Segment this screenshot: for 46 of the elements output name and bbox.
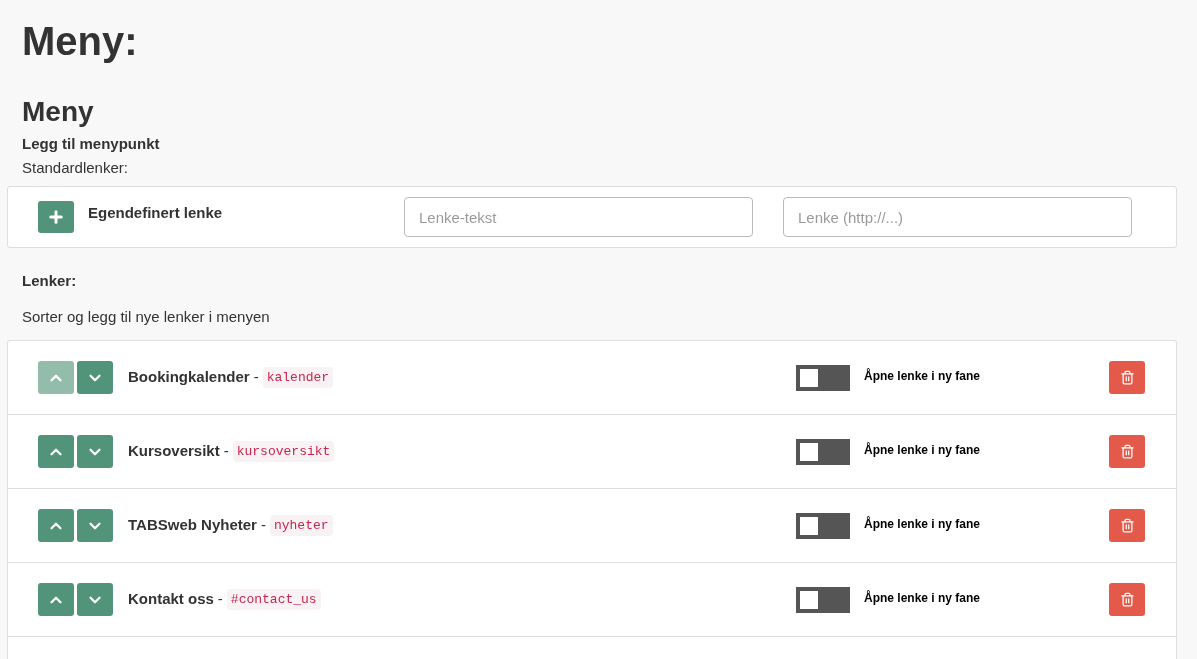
standard-label: Standardlenker: bbox=[22, 157, 128, 178]
move-down-button[interactable] bbox=[77, 435, 113, 468]
plus-icon bbox=[47, 208, 65, 226]
link-name: Bookingkalender bbox=[128, 367, 250, 388]
new-tab-label: Åpne lenke i ny fane bbox=[864, 441, 982, 459]
separator: - bbox=[217, 589, 223, 610]
delete-button[interactable] bbox=[1109, 361, 1145, 394]
new-tab-label: Åpne lenke i ny fane bbox=[864, 367, 982, 385]
section-title: Meny bbox=[22, 96, 94, 128]
trash-icon bbox=[1119, 444, 1135, 459]
toggle-switch[interactable] bbox=[796, 512, 850, 539]
move-down-button[interactable] bbox=[77, 583, 113, 616]
toggle-switch[interactable] bbox=[796, 586, 850, 613]
move-down-button[interactable] bbox=[77, 509, 113, 542]
link-slug: kalender bbox=[262, 366, 334, 389]
link-name: TABSweb Nyheter bbox=[128, 515, 257, 536]
separator: - bbox=[253, 367, 259, 388]
trash-icon bbox=[1119, 370, 1135, 385]
delete-button[interactable] bbox=[1109, 509, 1145, 542]
page-title: Meny: bbox=[22, 18, 138, 65]
move-up-button[interactable] bbox=[38, 435, 74, 468]
toggle-switch[interactable] bbox=[796, 438, 850, 465]
links-heading: Lenker: bbox=[22, 271, 77, 291]
move-down-button[interactable] bbox=[77, 361, 113, 394]
separator: - bbox=[223, 441, 229, 462]
link-slug: #contact_us bbox=[226, 588, 321, 611]
link-slug: kursoversikt bbox=[232, 440, 335, 463]
trash-icon bbox=[1119, 518, 1135, 533]
delete-button[interactable] bbox=[1109, 583, 1145, 616]
separator: - bbox=[260, 515, 266, 536]
link-name: Kursoversikt bbox=[128, 441, 220, 462]
link-name: Kontakt oss bbox=[128, 589, 214, 610]
toggle-switch[interactable] bbox=[796, 364, 850, 391]
links-description: Sorter og legg til nye lenker i menyen bbox=[22, 306, 270, 327]
move-up-button[interactable] bbox=[38, 583, 74, 616]
move-up-button[interactable] bbox=[38, 509, 74, 542]
add-button[interactable] bbox=[38, 201, 74, 233]
link-slug: nyheter bbox=[269, 514, 333, 537]
link-text-field[interactable]: Lenke-tekst bbox=[404, 197, 753, 237]
trash-icon bbox=[1119, 592, 1135, 607]
delete-button[interactable] bbox=[1109, 435, 1145, 468]
new-tab-label: Åpne lenke i ny fane bbox=[864, 589, 982, 607]
new-tab-label: Åpne lenke i ny fane bbox=[864, 515, 982, 533]
add-heading: Legg til menypunkt bbox=[22, 134, 160, 154]
link-url-field[interactable]: Lenke (http://...) bbox=[783, 197, 1132, 237]
custom-link-label: Egendefinert lenke bbox=[88, 202, 224, 223]
